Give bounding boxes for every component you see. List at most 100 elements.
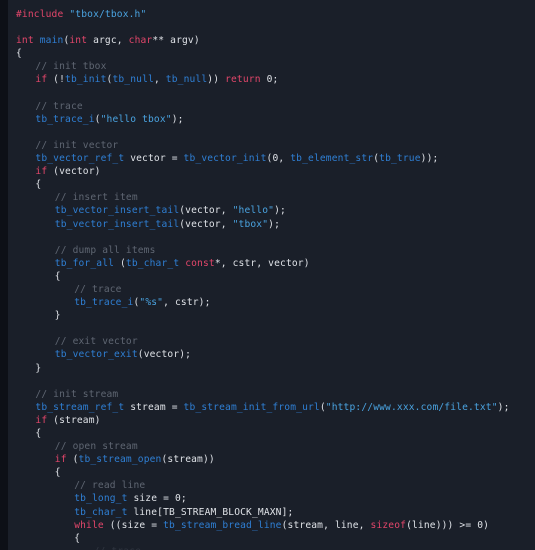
code-token: main — [39, 35, 64, 47]
code-token: (stream, line, — [281, 519, 371, 531]
code-token: const — [185, 257, 215, 269]
code-token: // trace — [35, 100, 83, 112]
code-token: (stream)) — [161, 454, 215, 466]
code-line: while ((size = tb_stream_bread_line(stre… — [0, 519, 535, 532]
code-token: vector = — [124, 153, 184, 165]
code-token: , — [278, 153, 291, 165]
code-token: { — [35, 428, 42, 439]
code-line: { — [0, 178, 535, 191]
code-token: "%s" — [139, 297, 164, 309]
code-token: )) — [207, 74, 226, 86]
code-token: ; — [272, 74, 279, 86]
code-token: while — [74, 519, 104, 531]
code-viewer[interactable]: #include "tbox/tbox.h" int main(int argc… — [0, 0, 535, 550]
code-token: ); — [274, 205, 286, 217]
code-token: "tbox/tbox.h" — [69, 9, 147, 20]
code-token: tb_stream_bread_line — [163, 519, 282, 531]
code-token: if — [35, 414, 48, 426]
source-code-block[interactable]: #include "tbox/tbox.h" int main(int argc… — [0, 0, 535, 550]
code-token: (stream) — [47, 414, 101, 426]
code-token: (vector, — [179, 205, 233, 217]
code-token: // init tbox — [35, 61, 107, 73]
code-line: // init stream — [0, 388, 535, 401]
code-token: *, cstr, vector) — [214, 257, 310, 269]
code-token: (! — [47, 74, 66, 86]
code-line: tb_trace_i("%s", cstr); — [0, 296, 535, 309]
code-line: if (stream) — [0, 414, 535, 427]
code-line: tb_vector_ref_t vector = tb_vector_init(… — [0, 152, 535, 165]
code-token: tb_vector_init — [183, 153, 267, 165]
code-token: ); — [497, 401, 510, 413]
code-line: tb_long_t size = 0; — [0, 492, 535, 505]
code-token: (vector); — [137, 349, 192, 361]
code-token: tb_long_t — [74, 493, 128, 505]
code-line: { — [0, 47, 535, 60]
code-token: tb_vector_insert_tail — [54, 205, 180, 217]
code-token: tb_stream_ref_t — [35, 401, 125, 413]
code-token: stream = — [124, 401, 184, 413]
code-token: tb_vector_ref_t — [35, 153, 125, 165]
code-line: tb_trace_i("hello tbox"); — [0, 113, 535, 126]
code-line: // dump all items — [0, 244, 535, 257]
code-token: // exit vector — [54, 336, 138, 348]
code-token: ; — [180, 493, 187, 505]
code-token: // init stream — [35, 388, 119, 400]
code-token: tb_char_t — [125, 257, 180, 269]
code-token: TB_STREAM_BLOCK_MAXN — [163, 506, 282, 518]
code-line: tb_stream_ref_t stream = tb_stream_init_… — [0, 401, 535, 414]
code-line: if (tb_stream_open(stream)) — [0, 453, 535, 466]
code-line: if (!tb_init(tb_null, tb_null)) return 0… — [0, 73, 535, 86]
code-token: argc, — [87, 35, 129, 47]
code-token: (vector) — [47, 166, 101, 178]
code-line: // init tbox — [0, 60, 535, 73]
code-token: // dump all items — [54, 244, 156, 256]
left-gutter-strip — [0, 0, 8, 550]
code-token: tb_stream_init_from_url — [183, 401, 320, 413]
code-line: int main(int argc, char** argv) — [0, 34, 535, 47]
code-token: return — [225, 74, 261, 86]
code-token: tb_trace_i — [74, 297, 134, 309]
code-token: tb_vector_insert_tail — [54, 218, 180, 230]
code-line: // trace — [0, 283, 535, 296]
code-line: } — [0, 309, 535, 322]
code-token: if — [35, 74, 48, 86]
code-token: if — [54, 454, 67, 466]
code-token: size = — [127, 493, 175, 505]
code-line: { — [0, 427, 535, 440]
code-token: tb_vector_exit — [54, 349, 138, 361]
code-token: // trace — [94, 546, 141, 550]
code-token: } — [54, 310, 61, 322]
code-token: "hello tbox" — [100, 113, 172, 125]
code-token: { — [74, 532, 81, 544]
code-token: tb_true — [379, 153, 421, 165]
code-token: tb_null — [165, 74, 208, 86]
code-token: // trace — [74, 283, 122, 295]
code-line: { — [0, 466, 535, 479]
code-token: // insert item — [54, 192, 138, 204]
code-token: // open stream — [54, 441, 138, 453]
code-line: // trace — [0, 545, 535, 550]
code-token: tb_init — [65, 74, 107, 86]
code-token: { — [54, 270, 61, 282]
code-token: "hello" — [232, 205, 275, 217]
code-token: } — [35, 362, 42, 374]
code-line: tb_vector_insert_tail(vector, "hello"); — [0, 204, 535, 217]
code-token: line[ — [127, 506, 164, 518]
code-line: // insert item — [0, 191, 535, 204]
code-token: { — [54, 467, 61, 479]
code-token: tb_null — [112, 74, 154, 86]
code-line: // trace — [0, 100, 535, 113]
code-token: ); — [171, 113, 184, 125]
code-token: char — [128, 35, 153, 47]
code-line: tb_vector_exit(vector); — [0, 348, 535, 361]
code-token: // init vector — [35, 139, 119, 151]
code-token: tb_trace_i — [35, 113, 95, 125]
code-token: )); — [420, 153, 439, 165]
code-token: ]; — [281, 506, 294, 518]
code-token: ( — [66, 454, 79, 466]
